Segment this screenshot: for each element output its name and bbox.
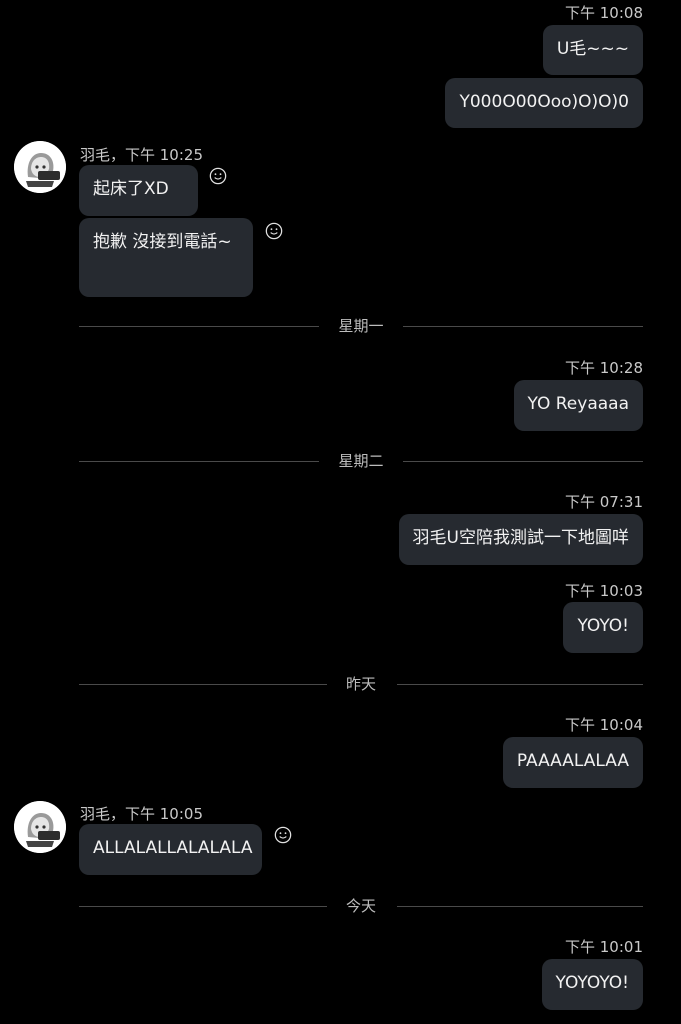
date-divider: 星期二 — [79, 451, 643, 471]
divider-line — [397, 684, 643, 685]
avatar[interactable] — [14, 801, 66, 853]
timestamp: 下午 10:04 — [565, 716, 643, 734]
timestamp: 下午 10:01 — [565, 938, 643, 956]
date-divider: 今天 — [79, 896, 643, 916]
divider-line — [397, 906, 643, 907]
message-bubble-outgoing[interactable]: YO Reyaaaa — [513, 380, 643, 431]
divider-line — [403, 461, 643, 462]
smiley-icon[interactable] — [265, 222, 283, 240]
sender-name-time: 羽毛，下午 10:05 — [80, 805, 203, 823]
message-bubble-outgoing[interactable]: YOYO! — [563, 602, 643, 653]
message-bubble-outgoing[interactable]: PAAAALALAA — [502, 737, 643, 788]
avatar[interactable] — [14, 141, 66, 193]
message-bubble-incoming[interactable]: ALLALALLALALALA — [79, 824, 262, 875]
avatar-illustration — [14, 141, 66, 193]
divider-line — [403, 326, 643, 327]
timestamp: 下午 07:31 — [565, 493, 643, 511]
message-bubble-outgoing[interactable]: YOYOYO! — [541, 959, 643, 1010]
message-bubble-outgoing[interactable]: Y000O00Ooo)O)O)0 — [445, 78, 643, 128]
date-divider: 星期一 — [79, 316, 643, 336]
smiley-icon[interactable] — [274, 826, 292, 844]
timestamp: 下午 10:03 — [565, 582, 643, 600]
timestamp: 下午 10:28 — [565, 359, 643, 377]
message-bubble-incoming[interactable]: 抱歉 沒接到電話~ — [79, 218, 253, 297]
timestamp: 下午 10:08 — [565, 4, 643, 22]
message-bubble-outgoing[interactable]: 羽毛U空陪我測試一下地圖咩 — [398, 514, 643, 565]
message-bubble-outgoing[interactable]: U毛~~~ — [542, 25, 643, 75]
avatar-illustration — [14, 801, 66, 853]
sender-name-time: 羽毛，下午 10:25 — [80, 146, 203, 164]
message-bubble-incoming[interactable]: 起床了XD — [79, 165, 198, 216]
date-divider: 昨天 — [79, 674, 643, 694]
smiley-icon[interactable] — [209, 167, 227, 185]
